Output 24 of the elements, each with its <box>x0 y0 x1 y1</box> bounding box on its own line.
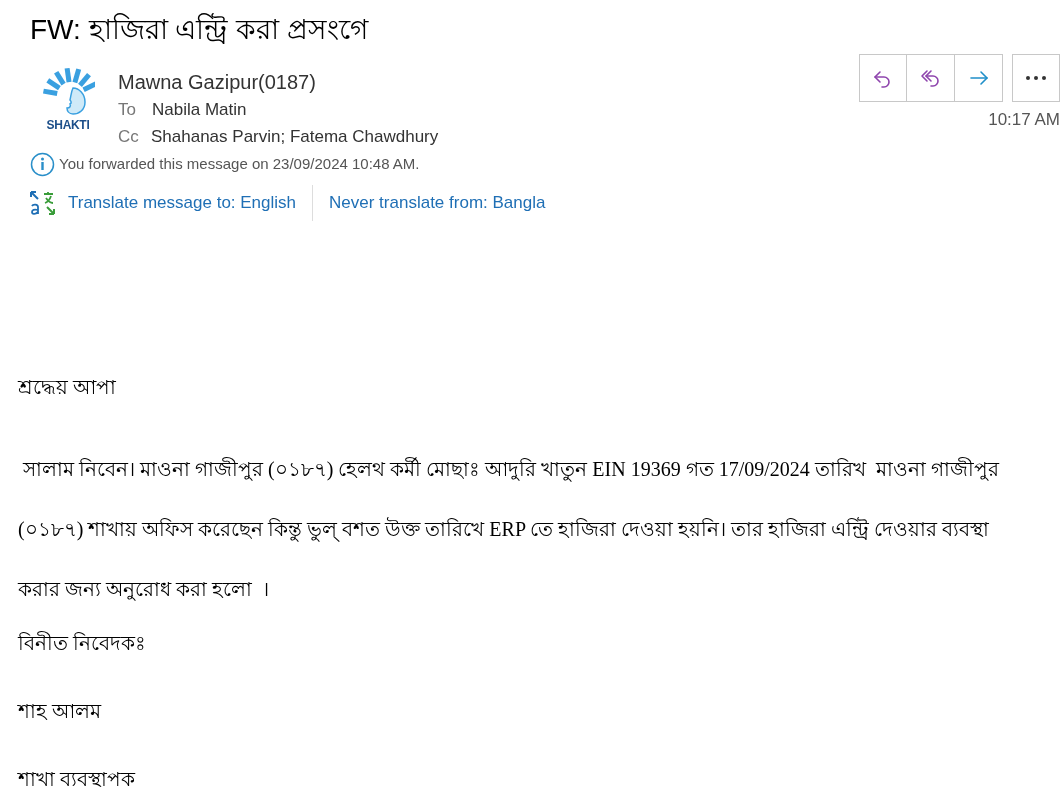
body-paragraph: শ্রদ্ধেয় আপা <box>18 375 117 400</box>
reply-all-button[interactable] <box>907 54 955 102</box>
cc-recipients: Shahanas Parvin; Fatema Chawdhury <box>151 126 439 148</box>
recipient: Nabila Matin <box>152 99 247 121</box>
logo-drawing <box>41 66 95 118</box>
to-label: To <box>118 99 137 121</box>
info-icon <box>30 152 55 177</box>
body-paragraph: সালাম নিবেন। মাওনা গাজীপুর (০১৮৭) হেলথ কর্মী মোছাঃ আদুরি খাতুন EIN 19369 গত 17/09/2024 তারিখ মাওনা গাজীপুর (০১৮৭) শাখায় অফিস করেছেন কিন্তু ভুল্ বশত উক্ত তারিখে ERP তে হাজিরা দেওয়া হয়নি। তার হাজিরা এন্ট্রি দেওয়ার ব্যবস্থা করার জন্য অনুরোধ করা হলো । <box>18 456 1001 603</box>
cc-label: Cc <box>118 126 140 148</box>
more-button[interactable] <box>1012 54 1060 102</box>
body-paragraph: বিনীত নিবেদকঃ <box>18 630 147 656</box>
more-icon <box>1024 75 1048 81</box>
forwarded-notice: You forwarded this message on 23/09/2024 10:48 AM. <box>59 154 420 175</box>
translate-link[interactable]: Translate message to: English <box>68 190 297 216</box>
reply-button[interactable] <box>859 54 907 102</box>
body-paragraph: শাখা ব্যবস্থাপক <box>18 767 137 792</box>
received-time: 10:17 AM <box>988 109 1060 131</box>
never-translate-link[interactable]: Never translate from: Bangla <box>329 190 546 216</box>
forward-button[interactable] <box>955 54 1003 102</box>
logo-text: SHAKTI <box>46 118 90 132</box>
body-paragraph: শাহ আলম <box>18 699 103 724</box>
sender-name: Mawna Gazipur(0187) <box>118 70 317 95</box>
translate-icon <box>29 190 56 216</box>
email-subject: FW: হাজিরা এন্ট্রি করা প্রসংগে <box>30 12 370 47</box>
